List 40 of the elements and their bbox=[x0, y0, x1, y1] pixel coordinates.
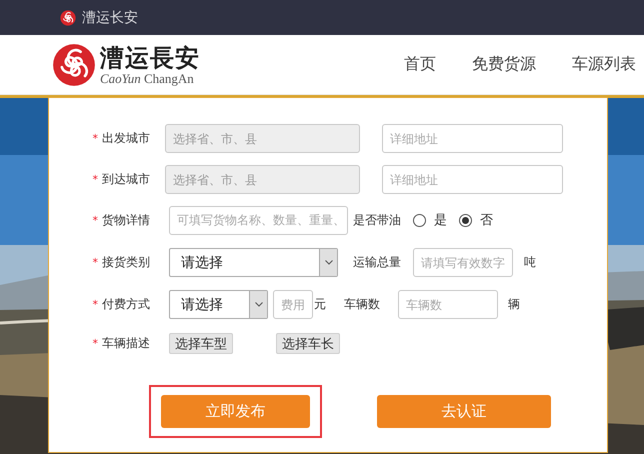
field-label: 到达城市 bbox=[102, 171, 150, 188]
nav-link[interactable]: 首页 bbox=[404, 54, 436, 75]
field-label: 是否带油 bbox=[353, 212, 401, 228]
required-mark: * bbox=[92, 173, 98, 186]
input-field[interactable]: 车辆数 bbox=[398, 290, 498, 319]
field-label: 车辆数 bbox=[344, 296, 380, 313]
input-field[interactable]: 费用 bbox=[273, 290, 313, 319]
select-dropdown[interactable]: 请选择 bbox=[169, 248, 338, 277]
radio-option[interactable]: 否 bbox=[459, 211, 493, 229]
logo-icon bbox=[60, 10, 76, 26]
brand-name: 漕运长安 bbox=[82, 8, 138, 26]
field-label: 车辆描述 bbox=[102, 335, 150, 352]
nav-link[interactable]: 免费货源 bbox=[472, 54, 536, 75]
required-mark: * bbox=[92, 337, 98, 350]
field-label: 付费方式 bbox=[102, 296, 150, 313]
field-label: 辆 bbox=[508, 296, 520, 313]
required-mark: * bbox=[92, 132, 98, 145]
field-label: 接货类别 bbox=[102, 254, 150, 271]
input-field[interactable]: 详细地址 bbox=[382, 165, 563, 194]
logo-subtitle: CaoYun ChangAn bbox=[100, 72, 195, 86]
radio-option[interactable]: 是 bbox=[413, 211, 447, 229]
input-field[interactable]: 详细地址 bbox=[382, 124, 563, 153]
input-field[interactable]: 可填写货物名称、数量、重量、 bbox=[169, 206, 348, 234]
choose-button[interactable]: 选择车型 bbox=[169, 333, 233, 354]
required-mark: * bbox=[92, 256, 98, 269]
field-label: 元 bbox=[314, 296, 326, 313]
field-label: 吨 bbox=[524, 254, 536, 271]
caret-icon bbox=[254, 302, 262, 307]
logo-title: 漕运長安 bbox=[100, 44, 200, 72]
input-field[interactable]: 请填写有效数字 bbox=[413, 248, 513, 277]
required-mark: * bbox=[92, 298, 98, 311]
logo-icon bbox=[52, 42, 96, 86]
field-label: 运输总量 bbox=[353, 254, 401, 271]
required-mark: * bbox=[92, 214, 98, 226]
caret-icon bbox=[324, 260, 332, 265]
field-label: 货物详情 bbox=[102, 212, 150, 228]
select-dropdown[interactable]: 请选择 bbox=[169, 290, 268, 319]
nav-link[interactable]: 车源列表 bbox=[572, 54, 636, 75]
choose-button[interactable]: 选择车长 bbox=[276, 333, 340, 354]
field-label: 出发城市 bbox=[102, 130, 150, 147]
